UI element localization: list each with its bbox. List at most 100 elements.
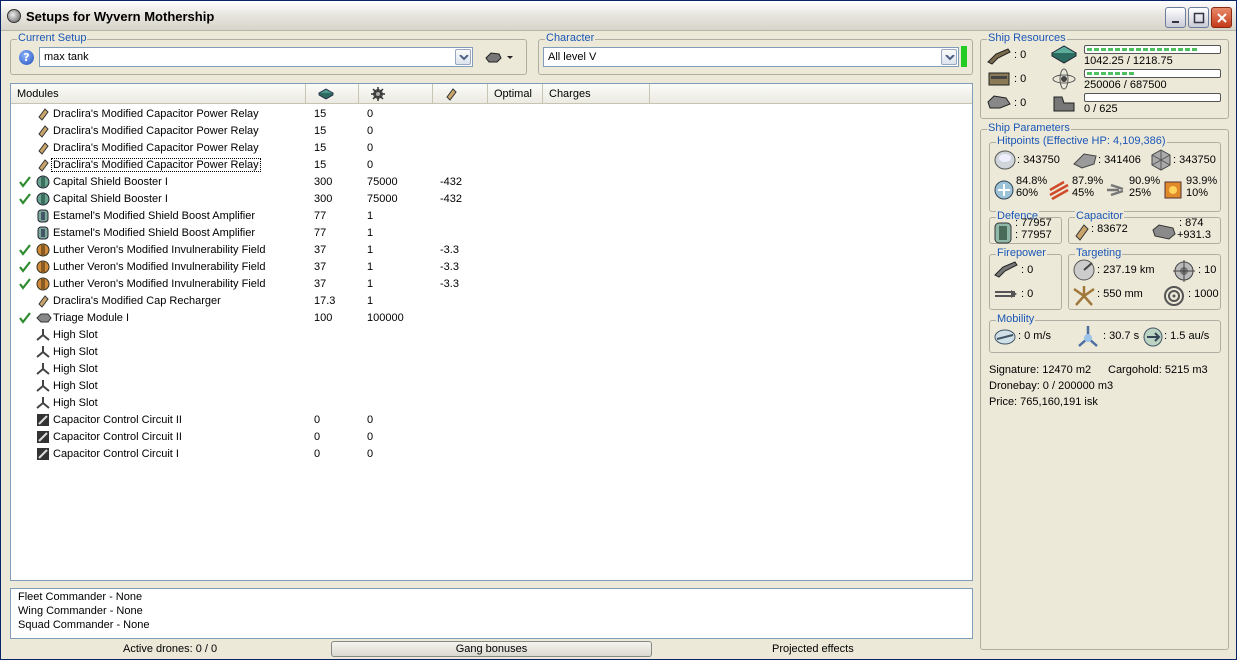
checkmark-icon xyxy=(19,193,31,205)
module-row[interactable]: Draclira's Modified Capacitor Power Rela… xyxy=(11,123,972,140)
module-row[interactable]: Draclira's Modified Capacitor Power Rela… xyxy=(11,106,972,123)
module-name: Luther Veron's Modified Invulnerability … xyxy=(53,261,266,273)
chevron-down-icon[interactable] xyxy=(941,49,957,65)
high-slot-icon xyxy=(36,379,50,393)
invulnerability-field-icon xyxy=(36,277,50,291)
capacitor-delta-2: +931.3 xyxy=(1177,229,1211,241)
column-cpu[interactable] xyxy=(306,84,359,104)
turret-slots-value: : 0 xyxy=(1014,49,1027,61)
module-cpu: 37 xyxy=(314,261,327,273)
module-row[interactable]: Draclira's Modified Capacitor Power Rela… xyxy=(11,157,972,174)
module-row[interactable]: Capacitor Control Circuit I 0 0 xyxy=(11,446,972,463)
wing-commander: Wing Commander - None xyxy=(18,605,143,617)
module-row[interactable]: High Slot xyxy=(11,344,972,361)
module-row[interactable]: Capacitor Control Circuit II 0 0 xyxy=(11,412,972,429)
module-row[interactable]: Capital Shield Booster I 300 75000 -432 xyxy=(11,174,972,191)
fleet-panel[interactable]: Fleet Commander - None Wing Commander - … xyxy=(10,588,973,639)
module-powergrid: 1 xyxy=(367,278,374,290)
module-cpu: 15 xyxy=(314,159,327,171)
module-row[interactable]: Luther Veron's Modified Invulnerability … xyxy=(11,242,972,259)
thermal-resist-bottom: 45% xyxy=(1072,187,1095,199)
column-capacitor[interactable] xyxy=(433,84,488,104)
triage-module-icon xyxy=(36,311,52,325)
invulnerability-field-icon xyxy=(36,260,50,274)
capacitor-icon xyxy=(445,87,457,104)
module-row[interactable]: High Slot xyxy=(11,327,972,344)
module-row[interactable]: Luther Veron's Modified Invulnerability … xyxy=(11,259,972,276)
sensor-strength-value: : 1000 xyxy=(1188,288,1219,300)
module-name: Capacitor Control Circuit I xyxy=(53,448,179,460)
module-row[interactable]: High Slot xyxy=(11,378,972,395)
rig-icon xyxy=(36,413,50,427)
capacitor-relay-icon xyxy=(36,141,50,155)
help-icon[interactable]: ? xyxy=(19,50,34,65)
cap-recharger-icon xyxy=(36,294,50,308)
module-capacitor: -3.3 xyxy=(440,244,459,256)
column-charges[interactable]: Charges xyxy=(543,84,650,104)
velocity-icon xyxy=(993,327,1017,350)
kinetic-resist-icon xyxy=(1105,179,1127,204)
explosive-resist-icon xyxy=(1162,179,1184,204)
minimize-button[interactable] xyxy=(1165,7,1186,28)
velocity-value: : 0 m/s xyxy=(1018,330,1052,342)
module-row[interactable]: Triage Module I 100 100000 xyxy=(11,310,972,327)
column-modules-label: Modules xyxy=(17,88,59,100)
module-row[interactable]: Estamel's Modified Shield Boost Amplifie… xyxy=(11,208,972,225)
module-row[interactable]: Draclira's Modified Capacitor Power Rela… xyxy=(11,140,972,157)
em-resist-icon xyxy=(993,179,1015,204)
module-powergrid: 0 xyxy=(367,431,374,443)
column-optimal-label: Optimal xyxy=(494,88,532,100)
module-powergrid: 75000 xyxy=(367,176,398,188)
module-powergrid: 100000 xyxy=(367,312,404,324)
launcher-slots-value: : 0 xyxy=(1014,73,1027,85)
module-row[interactable]: High Slot xyxy=(11,395,972,412)
column-powergrid[interactable] xyxy=(359,84,433,104)
capacitor-delta-1: : 874 xyxy=(1179,217,1204,229)
module-powergrid: 0 xyxy=(367,125,374,137)
scan-resolution-icon xyxy=(1072,285,1096,310)
character-status-indicator xyxy=(961,46,967,67)
warp-speed-icon xyxy=(1142,326,1164,351)
close-button[interactable] xyxy=(1211,7,1232,28)
module-row[interactable]: Estamel's Modified Shield Boost Amplifie… xyxy=(11,225,972,242)
powergrid-bar-fill xyxy=(1087,72,1135,75)
module-cpu: 0 xyxy=(314,448,321,460)
module-name: Triage Module I xyxy=(53,312,130,324)
powergrid-icon xyxy=(371,87,385,104)
chevron-down-icon[interactable] xyxy=(455,49,471,65)
module-list[interactable]: Modules Optimal Charges Draclira's Modif… xyxy=(10,83,973,581)
current-setup-combo[interactable]: max tank xyxy=(39,47,473,67)
module-row[interactable]: Capital Shield Booster I 300 75000 -432 xyxy=(11,191,972,208)
module-row[interactable]: High Slot xyxy=(11,361,972,378)
character-combo[interactable]: All level V xyxy=(543,47,959,67)
maximize-button[interactable] xyxy=(1188,7,1209,28)
module-powergrid: 0 xyxy=(367,142,374,154)
list-header: Modules Optimal Charges xyxy=(11,84,972,104)
em-resist-top: 84.8% xyxy=(1016,175,1048,187)
module-name: High Slot xyxy=(53,346,98,358)
projected-effects-button[interactable]: Projected effects xyxy=(772,643,854,655)
column-modules[interactable]: Modules xyxy=(11,84,306,104)
module-capacitor: -432 xyxy=(440,176,463,188)
gang-bonuses-button[interactable]: Gang bonuses xyxy=(331,641,652,657)
ship-menu-icon[interactable] xyxy=(485,50,515,67)
module-cpu: 300 xyxy=(314,193,333,205)
title-bar[interactable]: Setups for Wyvern Mothership xyxy=(1,1,1236,31)
module-name: Luther Veron's Modified Invulnerability … xyxy=(53,244,266,256)
capacitor-relay-icon xyxy=(36,124,50,138)
column-optimal[interactable]: Optimal xyxy=(488,84,543,104)
mobility-label: Mobility xyxy=(996,313,1036,325)
defence-value-1: : 77957 xyxy=(1015,217,1052,229)
module-name: High Slot xyxy=(53,329,98,341)
calibration-value: 0 / 625 xyxy=(1084,103,1118,115)
module-row[interactable]: Capacitor Control Circuit II 0 0 xyxy=(11,429,972,446)
capacitor-icon xyxy=(1073,222,1091,245)
targeting-range-icon xyxy=(1072,259,1096,284)
defence-group: Defence : 77957 : 77957 xyxy=(989,210,1062,244)
window-title: Setups for Wyvern Mothership xyxy=(26,9,215,24)
module-powergrid: 1 xyxy=(367,227,374,239)
current-setup-value: max tank xyxy=(44,51,89,63)
module-name: Luther Veron's Modified Invulnerability … xyxy=(53,278,266,290)
module-row[interactable]: Luther Veron's Modified Invulnerability … xyxy=(11,276,972,293)
module-row[interactable]: Draclira's Modified Cap Recharger 17.3 1 xyxy=(11,293,972,310)
